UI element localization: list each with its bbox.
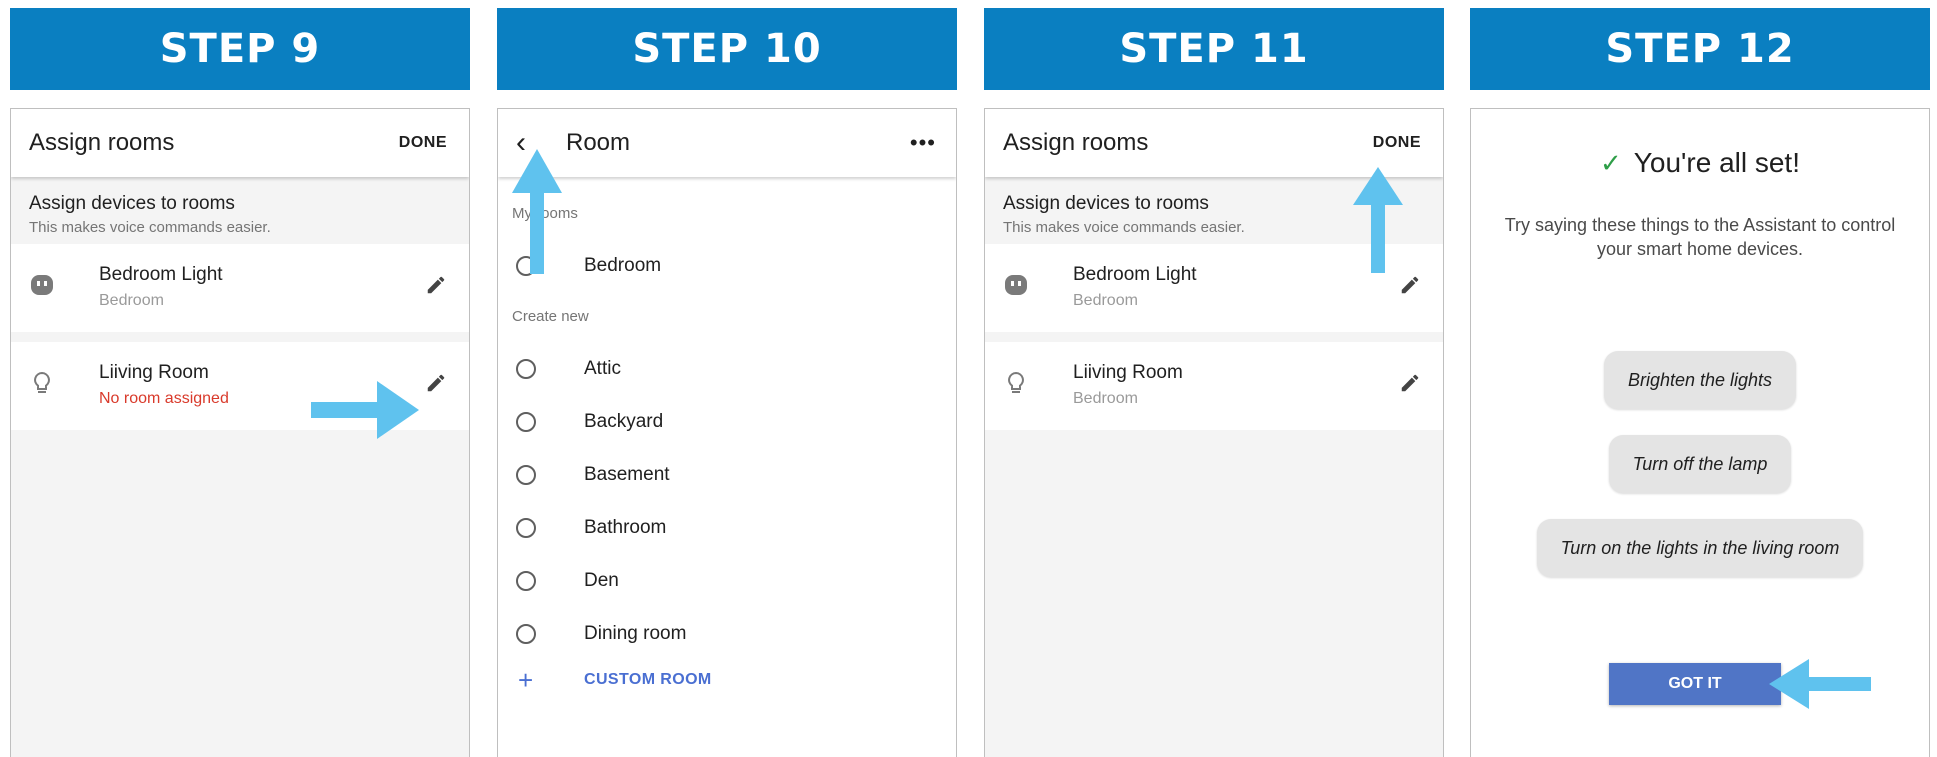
device-name: Bedroom Light xyxy=(99,264,223,285)
room-option-backyard[interactable]: Backyard xyxy=(498,395,956,448)
step-11-header: STEP 11 xyxy=(984,8,1444,90)
radio-button[interactable] xyxy=(516,570,536,591)
done-button[interactable]: DONE xyxy=(1373,134,1421,152)
room-option-basement[interactable]: Basement xyxy=(498,448,956,501)
room-label: Den xyxy=(584,569,619,591)
radio-button[interactable] xyxy=(516,517,536,538)
left-arrow-icon xyxy=(1769,659,1871,709)
more-options-icon[interactable]: ••• xyxy=(910,130,936,156)
step-11-screen: Assign rooms DONE Assign devices to room… xyxy=(984,108,1444,757)
step-12-header: STEP 12 xyxy=(1470,8,1930,90)
step-10-screen: ‹ Room ••• My rooms Bedroom Create new A… xyxy=(497,108,957,757)
done-button[interactable]: DONE xyxy=(399,134,447,152)
app-bar: ‹ Room ••• xyxy=(498,109,956,177)
device-name: Bedroom Light xyxy=(1073,264,1197,285)
room-option-attic[interactable]: Attic xyxy=(498,342,956,395)
suggestion-row: Turn off the lamp xyxy=(1471,435,1929,493)
step-9-column: STEP 9 xyxy=(10,8,470,90)
right-arrow-icon xyxy=(311,381,419,439)
radio-button[interactable] xyxy=(516,623,536,644)
device-room: Bedroom xyxy=(1073,390,1138,407)
outlet-icon xyxy=(1005,275,1027,295)
suggestion-chip[interactable]: Brighten the lights xyxy=(1603,351,1797,409)
room-option-bathroom[interactable]: Bathroom xyxy=(498,501,956,554)
checkmark-icon: ✓ xyxy=(1600,148,1622,178)
device-room: Bedroom xyxy=(1073,292,1138,309)
my-rooms-label: My rooms xyxy=(512,205,578,222)
room-option-bedroom[interactable]: Bedroom xyxy=(498,239,956,292)
step-10-header: STEP 10 xyxy=(497,8,957,90)
device-row-living-room[interactable]: Liiving Room Bedroom xyxy=(985,342,1443,430)
bulb-icon xyxy=(34,371,50,393)
got-it-button[interactable]: GOT IT xyxy=(1609,663,1781,705)
device-name: Liiving Room xyxy=(1073,362,1183,383)
room-label: Backyard xyxy=(584,410,664,432)
room-label: Attic xyxy=(584,357,621,379)
page-title: Room xyxy=(566,129,631,156)
all-set-subtitle: Try saying these things to the Assistant… xyxy=(1504,215,1896,259)
create-new-label: Create new xyxy=(512,308,589,325)
outlet-icon xyxy=(31,275,53,295)
room-label: Bathroom xyxy=(584,516,667,538)
room-option-den[interactable]: Den xyxy=(498,554,956,607)
section-header: Assign devices to rooms This makes voice… xyxy=(11,177,469,244)
room-label: Bedroom xyxy=(584,254,662,276)
all-set-title: ✓ You're all set! xyxy=(1471,147,1929,179)
radio-button[interactable] xyxy=(516,464,536,485)
device-room-warning: No room assigned xyxy=(99,390,229,407)
step-9-screen: Assign rooms DONE Assign devices to room… xyxy=(10,108,470,757)
app-bar: Assign rooms DONE xyxy=(11,109,469,177)
plus-icon: + xyxy=(518,664,534,695)
section-subtitle: This makes voice commands easier. xyxy=(29,219,271,236)
device-name: Liiving Room xyxy=(99,362,209,383)
bulb-icon xyxy=(1008,371,1024,393)
page-title: Assign rooms xyxy=(29,129,175,156)
radio-button[interactable] xyxy=(516,411,536,432)
room-option-dining-room[interactable]: Dining room xyxy=(498,607,956,660)
step-11-column: STEP 11 xyxy=(984,8,1444,90)
edit-pencil-icon[interactable] xyxy=(1399,372,1421,394)
all-set-title-text: You're all set! xyxy=(1633,147,1800,178)
device-row-bedroom-light[interactable]: Bedroom Light Bedroom xyxy=(11,244,469,332)
step-9-header: STEP 9 xyxy=(10,8,470,90)
suggestion-row: Brighten the lights xyxy=(1471,351,1929,409)
room-label: Dining room xyxy=(584,622,687,644)
custom-room-button[interactable]: + CUSTOM ROOM xyxy=(498,660,956,700)
step-12-screen: ✓ You're all set! Try saying these things… xyxy=(1470,108,1930,757)
room-label: Basement xyxy=(584,463,670,485)
up-arrow-icon xyxy=(1353,167,1403,273)
step-12-column: STEP 12 xyxy=(1470,8,1930,90)
device-room: Bedroom xyxy=(99,292,164,309)
page-title: Assign rooms xyxy=(1003,129,1149,156)
custom-room-label: CUSTOM ROOM xyxy=(584,671,712,688)
edit-pencil-icon[interactable] xyxy=(1399,274,1421,296)
section-title: Assign devices to rooms xyxy=(29,193,235,214)
suggestion-row: Turn on the lights in the living room xyxy=(1471,519,1929,577)
suggestion-chip[interactable]: Turn off the lamp xyxy=(1608,435,1792,493)
edit-pencil-icon[interactable] xyxy=(425,372,447,394)
suggestion-chip[interactable]: Turn on the lights in the living room xyxy=(1536,519,1864,577)
edit-pencil-icon[interactable] xyxy=(425,274,447,296)
radio-button[interactable] xyxy=(516,358,536,379)
up-arrow-icon xyxy=(512,149,562,274)
step-10-column: STEP 10 xyxy=(497,8,957,90)
